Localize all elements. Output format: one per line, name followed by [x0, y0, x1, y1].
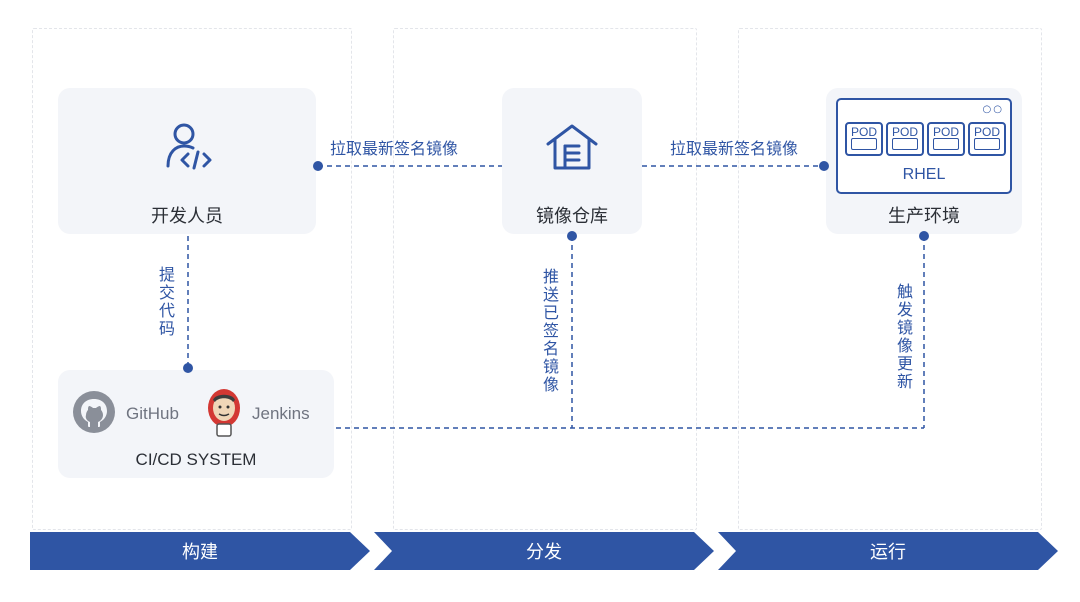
edge-label-dev-registry: 拉取最新签名镜像: [330, 139, 459, 158]
cicd-node: GitHub Jenkins CI/CD SYSTEM: [58, 370, 334, 478]
cicd-label: CI/CD SYSTEM: [135, 450, 257, 469]
connector-dot: [919, 231, 929, 241]
pod-1: POD: [845, 122, 883, 156]
edge-label-commit-code: 提交代码: [158, 265, 175, 338]
stage-distribute: 分发: [374, 532, 714, 570]
pod-4: POD: [968, 122, 1006, 156]
edge-label-registry-prod: 拉取最新签名镜像: [670, 139, 799, 158]
connector-dot: [183, 363, 193, 373]
stage-run: 运行: [718, 532, 1058, 570]
server-status-lights: ○○: [982, 104, 1004, 115]
jenkins-label: Jenkins: [252, 404, 310, 423]
edge-label-push-signed: 推送已签名镜像: [542, 267, 559, 394]
github-label: GitHub: [126, 404, 179, 423]
production-label: 生产环境: [888, 206, 960, 227]
connector-dot: [819, 161, 829, 171]
registry-node: 镜像仓库: [502, 88, 642, 234]
developer-label: 开发人员: [151, 206, 223, 227]
developer-node: 开发人员: [58, 88, 316, 234]
production-node: ○○ POD POD POD POD RHEL 生产环境: [826, 88, 1022, 234]
pod-3: POD: [927, 122, 965, 156]
edge-label-trigger-update: 触发镜像更新: [896, 282, 913, 391]
stage-build: 构建: [30, 532, 370, 570]
rhel-label: RHEL: [902, 166, 946, 183]
developer-code-icon: [162, 122, 214, 174]
connector-dot: [567, 231, 577, 241]
pod-2: POD: [886, 122, 924, 156]
warehouse-icon: [545, 122, 599, 176]
registry-label: 镜像仓库: [536, 206, 608, 227]
github-icon: [72, 390, 116, 438]
connector-dot: [313, 161, 323, 171]
jenkins-icon: [204, 386, 244, 442]
rhel-server: ○○ POD POD POD POD RHEL: [836, 98, 1012, 194]
